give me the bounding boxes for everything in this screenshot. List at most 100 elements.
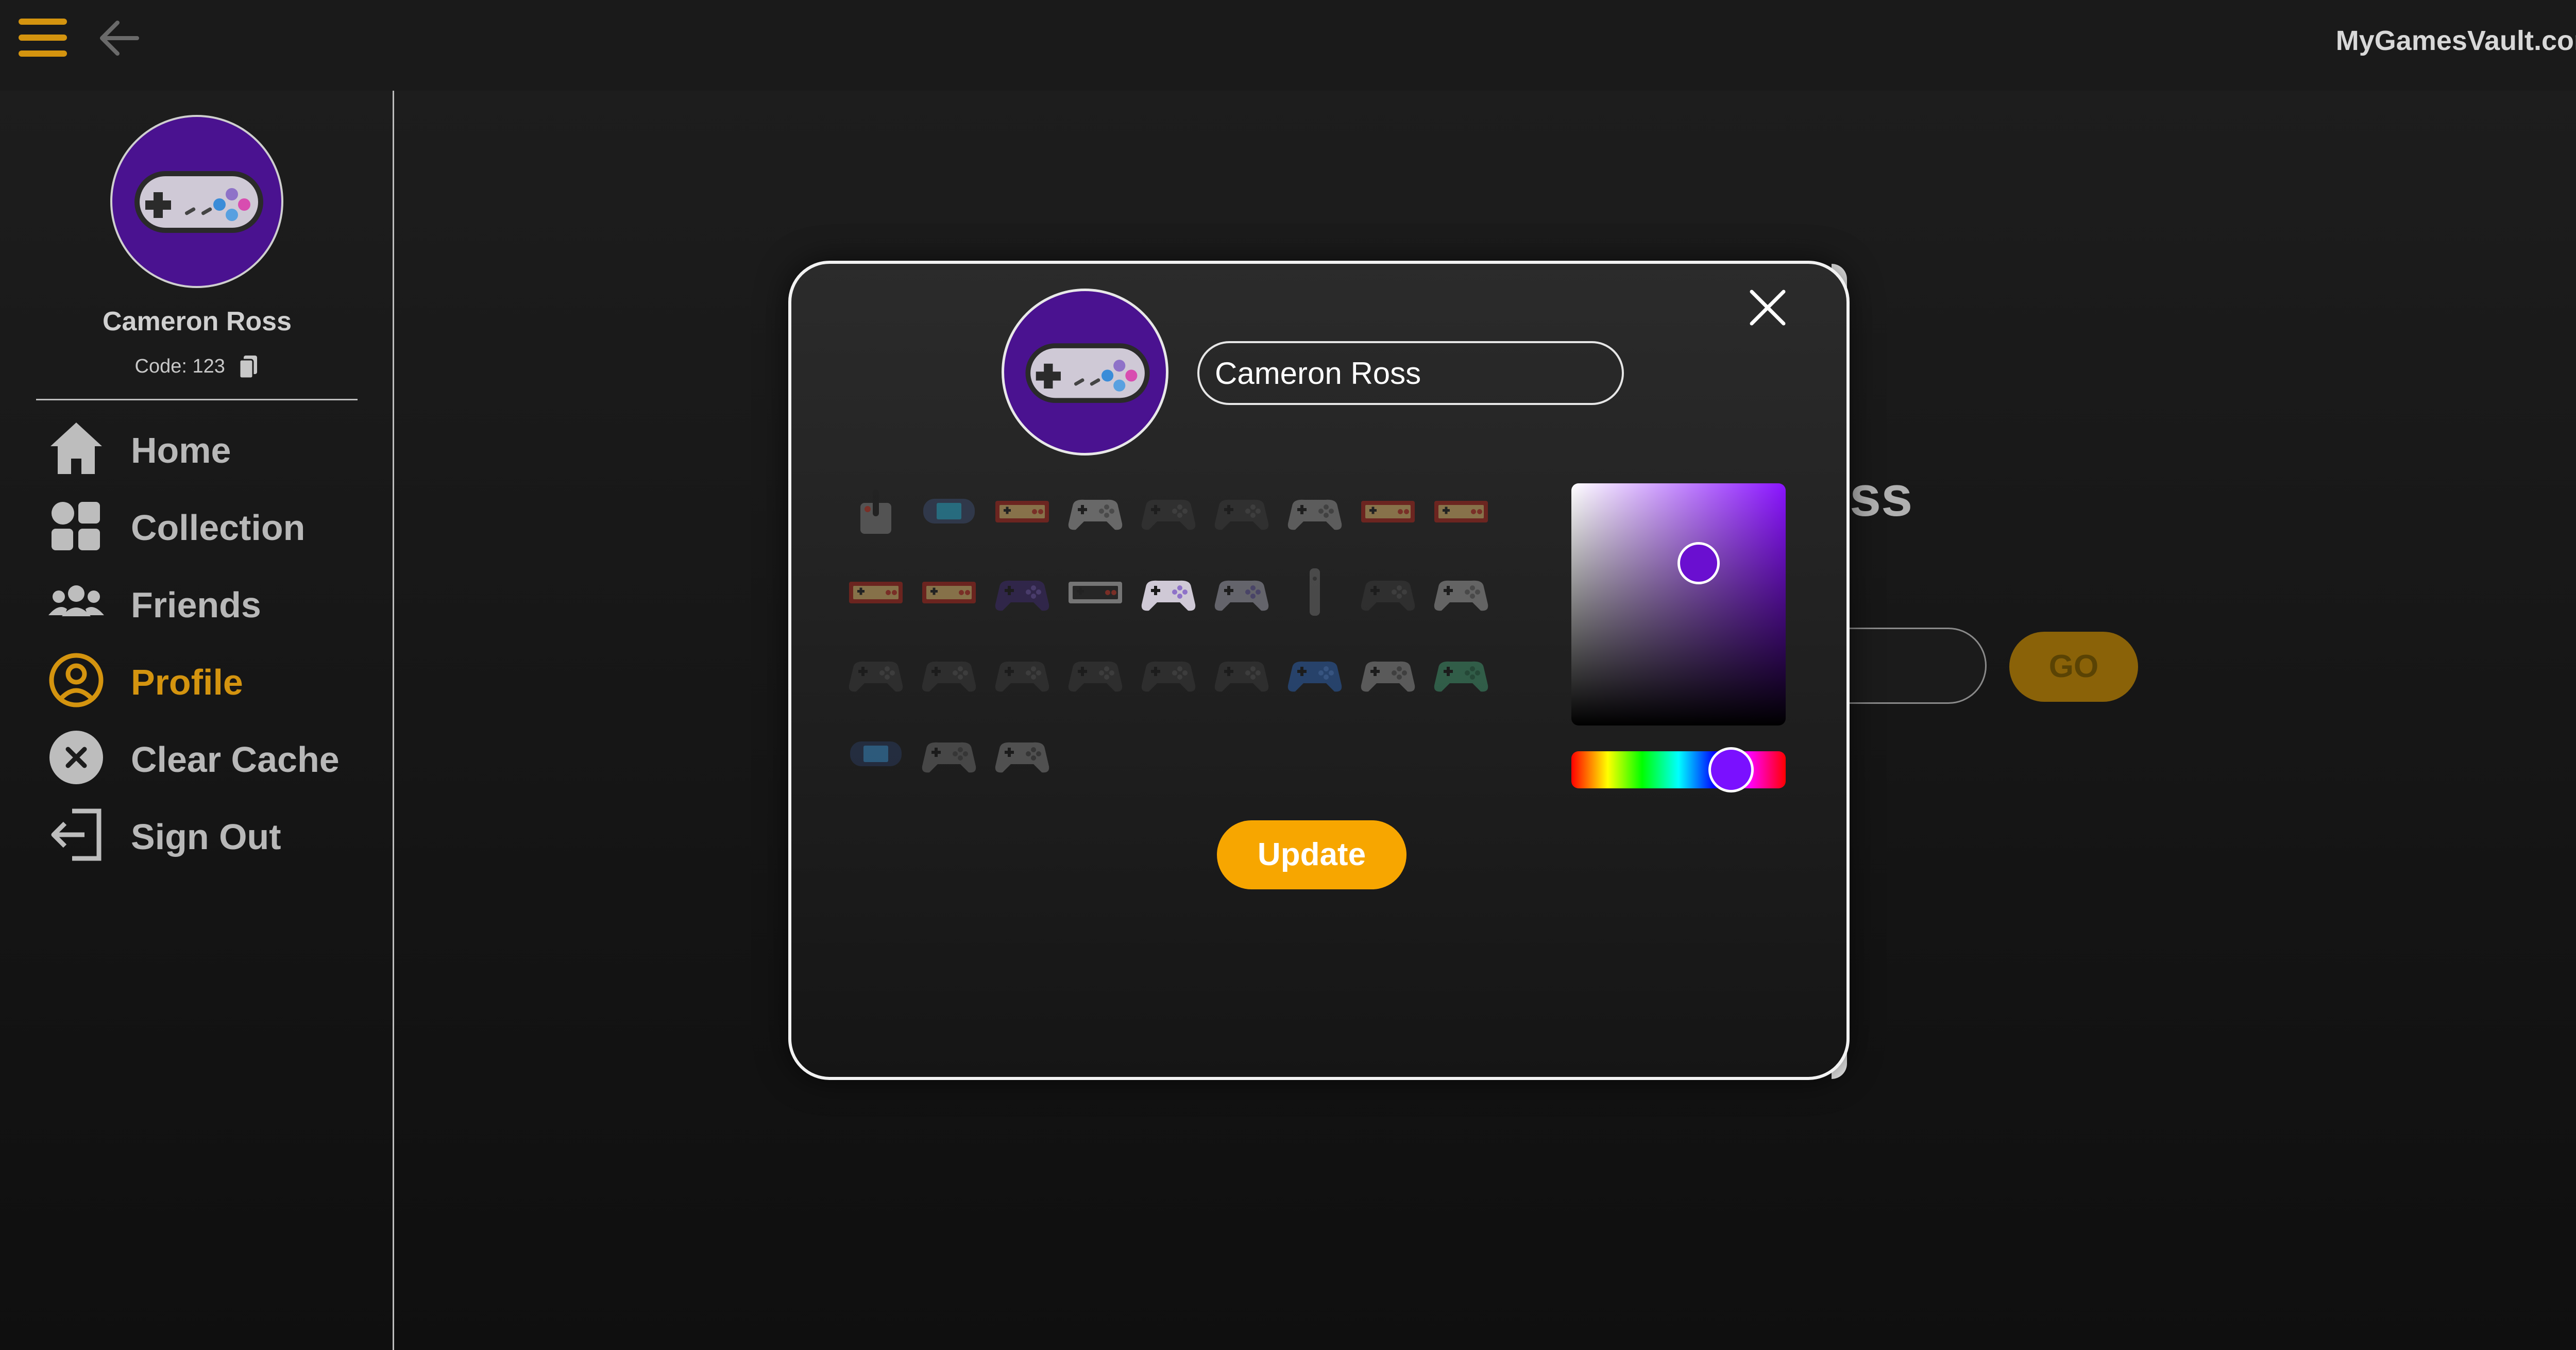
avatar-option[interactable] [1428, 642, 1494, 704]
avatar-option[interactable] [989, 480, 1055, 542]
dualshock-black-icon [1214, 661, 1269, 692]
sidebar: Cameron Ross Code: 123 Home Collection F… [0, 91, 394, 1350]
avatar[interactable] [110, 115, 283, 288]
x-circle-icon [46, 727, 106, 788]
snes-us-controller-icon [1214, 580, 1269, 611]
avatar-option[interactable] [1062, 561, 1128, 623]
famicom-controller-icon [1361, 501, 1415, 522]
profile-name: Cameron Ross [103, 307, 292, 336]
avatar-option[interactable] [989, 723, 1055, 785]
avatar-option[interactable] [989, 561, 1055, 623]
ouya-controller-icon [1361, 580, 1415, 611]
genesis-6-button-icon [849, 661, 903, 692]
avatar-option[interactable] [1428, 480, 1494, 542]
hamburger-menu-icon[interactable] [19, 19, 67, 57]
atari-joystick-icon [860, 490, 891, 534]
avatar-preview [1002, 289, 1168, 455]
user-circle-icon [46, 649, 106, 711]
avatar-option[interactable] [843, 642, 909, 704]
sidebar-item-home[interactable]: Home [46, 417, 376, 479]
sign-out-icon [46, 804, 106, 866]
avatar-option[interactable] [843, 723, 909, 785]
avatar-option[interactable] [916, 480, 982, 542]
sidebar-item-label: Friends [131, 585, 261, 625]
saturn-controller-icon [922, 661, 976, 692]
sidebar-divider [36, 399, 358, 400]
wii-remote-icon [1310, 568, 1320, 616]
xbox-360-controller-icon [922, 742, 976, 773]
gameboy-advance-icon [923, 499, 975, 524]
gamecube-controller-icon [995, 580, 1049, 611]
avatar-option[interactable] [843, 480, 909, 542]
avatar-option[interactable] [1355, 480, 1421, 542]
sidebar-item-label: Home [131, 430, 231, 470]
nes-controller-icon [1069, 582, 1122, 603]
page-title: ss [1850, 465, 1913, 528]
color-saturation-handle[interactable] [1677, 542, 1720, 584]
avatar-option[interactable] [1136, 480, 1201, 542]
sidebar-item-label: Collection [131, 508, 306, 548]
xbox-controller-icon [995, 742, 1049, 773]
avatar-option[interactable] [1209, 561, 1275, 623]
sidebar-item-clear-cache[interactable]: Clear Cache [46, 727, 376, 788]
dreamcast-controller-icon [1434, 580, 1488, 611]
xbox-original-icon [1214, 499, 1269, 530]
handheld-console-icon [850, 741, 902, 766]
snes-controller-icon [1141, 580, 1196, 611]
display-name-input[interactable] [1197, 341, 1624, 405]
sidebar-item-sign-out[interactable]: Sign Out [46, 804, 376, 866]
site-title[interactable]: MyGamesVault.com [2336, 25, 2576, 57]
arrow-left-icon[interactable] [96, 14, 143, 62]
go-button[interactable]: GO [2009, 632, 2138, 702]
snes-controller-icon [1025, 343, 1150, 403]
top-bar: MyGamesVault.com [0, 0, 2576, 91]
dualshock-blue-icon [1287, 661, 1342, 692]
avatar-option[interactable] [1209, 480, 1275, 542]
friend-code: Code: 123 [0, 355, 394, 380]
copy-icon[interactable] [239, 355, 259, 380]
dualshock-grey-icon [1361, 661, 1415, 692]
edit-profile-modal: Update [788, 261, 1850, 1080]
avatar-option[interactable] [989, 642, 1055, 704]
avatar-option[interactable] [1355, 561, 1421, 623]
avatar-option[interactable] [1282, 561, 1348, 623]
avatar-option[interactable] [916, 642, 982, 704]
avatar-option[interactable] [843, 561, 909, 623]
grid-icon [46, 495, 106, 556]
avatar-option[interactable] [1136, 642, 1201, 704]
avatar-option[interactable] [1428, 561, 1494, 623]
update-button[interactable]: Update [1217, 820, 1406, 889]
wii-u-pro-controller-icon [1068, 661, 1123, 692]
famicom-controller-icon [995, 501, 1049, 522]
sidebar-item-label: Sign Out [131, 817, 281, 857]
sidebar-item-collection[interactable]: Collection [46, 495, 376, 556]
n64-controller-icon [1287, 499, 1342, 530]
snes-controller-icon [134, 171, 263, 233]
sidebar-item-friends[interactable]: Friends [46, 572, 376, 634]
wii-classic-controller-icon [1068, 499, 1123, 530]
saturn-controller-icon [995, 661, 1049, 692]
avatar-option[interactable] [1136, 561, 1201, 623]
avatar-option[interactable] [1355, 642, 1421, 704]
avatar-option[interactable] [1209, 642, 1275, 704]
avatar-option[interactable] [1062, 642, 1128, 704]
avatar-option[interactable] [916, 723, 982, 785]
close-icon[interactable] [1744, 284, 1791, 331]
sidebar-item-label: Profile [131, 662, 243, 702]
genesis-3-button-icon [1141, 499, 1196, 530]
friend-code-label: Code: 123 [134, 356, 225, 378]
famicom-controller-icon [1434, 501, 1488, 522]
dualshock-green-icon [1434, 661, 1488, 692]
avatar-option[interactable] [1282, 480, 1348, 542]
avatar-option[interactable] [916, 561, 982, 623]
dualshock-dark-icon [1141, 661, 1196, 692]
sidebar-item-profile[interactable]: Profile [46, 649, 376, 711]
color-saturation-picker[interactable] [1571, 483, 1786, 725]
avatar-option[interactable] [1282, 642, 1348, 704]
famicom-controller-icon [922, 582, 976, 603]
home-icon [46, 417, 106, 479]
sidebar-item-label: Clear Cache [131, 739, 340, 780]
users-icon [46, 572, 106, 634]
avatar-option[interactable] [1062, 480, 1128, 542]
hue-slider-handle[interactable] [1708, 747, 1754, 792]
